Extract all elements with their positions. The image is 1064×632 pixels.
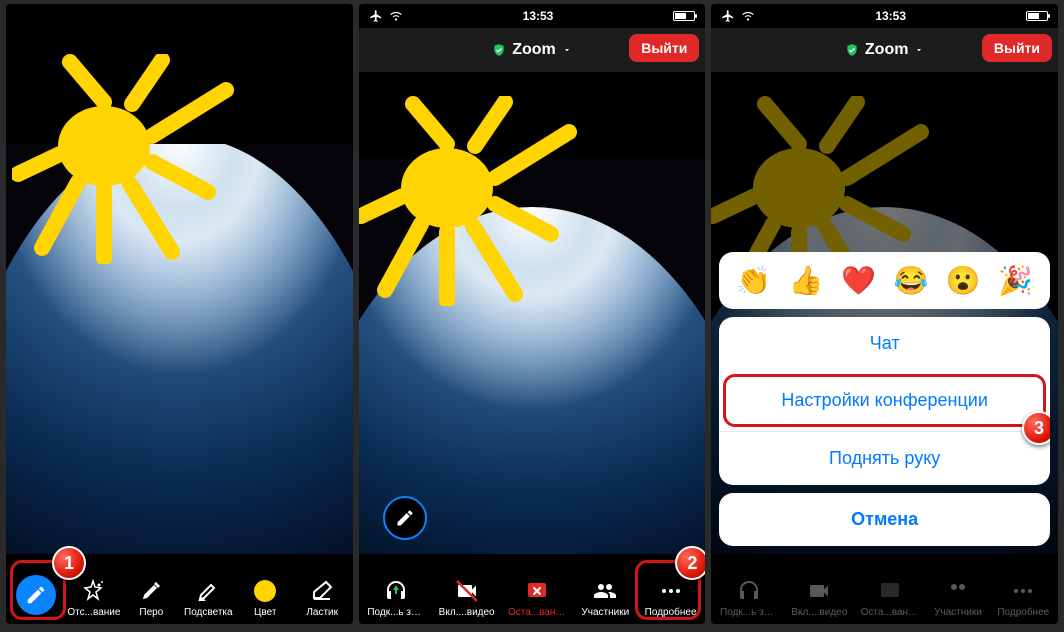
nav-header: Zoom Выйти (711, 28, 1058, 72)
action-sheet: 👏 👍 ❤️ 😂 😮 🎉 Чат Настройки конференции П… (719, 252, 1050, 546)
highlight-tool[interactable]: Подсветка (182, 578, 234, 618)
status-time: 13:53 (523, 9, 554, 23)
reaction-joy[interactable]: 😂 (893, 264, 928, 297)
reaction-heart[interactable]: ❤️ (841, 264, 876, 297)
more-tool[interactable]: Подробнее (645, 578, 697, 618)
wifi-icon (741, 9, 755, 23)
nav-title-text: Zoom (512, 41, 556, 59)
reaction-tada[interactable]: 🎉 (998, 264, 1033, 297)
stop-share-icon (524, 578, 550, 604)
step-2-num: 2 (687, 553, 697, 574)
color-tool[interactable]: Цвет (239, 578, 291, 618)
more-tool: Подробнее (997, 578, 1049, 618)
screen-2: 13:53 Zoom Выйти (359, 4, 706, 624)
eraser-icon (309, 578, 335, 604)
reaction-thumbs-up[interactable]: 👍 (789, 264, 824, 297)
highlight-icon (195, 578, 221, 604)
annotation-sun (359, 96, 585, 306)
pen-tool[interactable]: Перо (125, 578, 177, 618)
video-label: Вкл....видео (439, 607, 495, 618)
content-area: 👏 👍 ❤️ 😂 😮 🎉 Чат Настройки конференции П… (711, 72, 1058, 554)
leave-button[interactable]: Выйти (982, 34, 1052, 62)
nav-header: Zoom Выйти (359, 28, 706, 72)
reactions-row: 👏 👍 ❤️ 😂 😮 🎉 (719, 252, 1050, 309)
status-bar: 13:53 (359, 4, 706, 28)
status-bar: 13:53 (711, 4, 1058, 28)
nav-title[interactable]: Zoom (492, 41, 572, 59)
stop-share-label: Оста...вание (861, 607, 919, 618)
more-label: Подробнее (645, 607, 697, 618)
airplane-icon (369, 9, 383, 23)
spotlight-icon (81, 578, 107, 604)
nav-title[interactable]: Zoom (845, 41, 925, 59)
sheet-chat[interactable]: Чат (719, 317, 1050, 370)
color-label: Цвет (254, 607, 276, 618)
reaction-wow[interactable]: 😮 (946, 264, 981, 297)
content-area (359, 72, 706, 554)
content-area (6, 4, 353, 554)
eraser-tool[interactable]: Ластик (296, 578, 348, 618)
screen-3: 13:53 Zoom Выйти (711, 4, 1058, 624)
pen-icon (138, 578, 164, 604)
step-2-badge: 2 (675, 546, 705, 580)
spotlight-tool[interactable]: Отс...вание (67, 578, 120, 618)
audio-label: Подк...ь звук (367, 607, 425, 618)
color-icon (252, 578, 278, 604)
meeting-toolbar: Подк...ь звук Вкл....видео Оста...вание … (359, 554, 706, 624)
video-label: Вкл....видео (791, 607, 847, 618)
more-label: Подробнее (997, 607, 1049, 618)
pencil-tool[interactable] (10, 575, 62, 618)
stop-share-tool[interactable]: Оста...вание (508, 578, 566, 618)
pencil-button[interactable] (383, 496, 427, 540)
video-tool: Вкл....видео (791, 578, 847, 618)
airplane-icon (721, 9, 735, 23)
audio-tool[interactable]: Подк...ь звук (367, 578, 425, 618)
pen-label: Перо (139, 607, 163, 618)
sheet-cancel[interactable]: Отмена (719, 493, 1050, 546)
leave-button[interactable]: Выйти (629, 34, 699, 62)
annotation-sun (12, 54, 242, 264)
audio-tool: Подк...ь звук (720, 578, 778, 618)
meeting-toolbar-dimmed: Подк...ь звук Вкл....видео Оста...вание … (711, 554, 1058, 624)
eraser-label: Ластик (306, 607, 338, 618)
video-off-icon (454, 578, 480, 604)
chevron-down-icon (562, 45, 572, 55)
sheet-meeting-settings[interactable]: Настройки конференции (723, 374, 1046, 427)
status-time: 13:53 (875, 9, 906, 23)
participants-tool[interactable]: Участники (579, 578, 631, 618)
headphones-icon (383, 578, 409, 604)
wifi-icon (389, 9, 403, 23)
battery-icon (1026, 11, 1048, 21)
step-1-badge: 1 (52, 546, 86, 580)
step-1-num: 1 (64, 553, 74, 574)
audio-label: Подк...ь звук (720, 607, 778, 618)
spotlight-label: Отс...вание (67, 607, 120, 618)
more-icon (658, 578, 684, 604)
reaction-clap[interactable]: 👏 (736, 264, 771, 297)
screen-1: Отс...вание Перо Подсветка Цвет Ластик 1 (6, 4, 353, 624)
participants-icon (592, 578, 618, 604)
participants-tool: Участники (932, 578, 984, 618)
video-tool[interactable]: Вкл....видео (439, 578, 495, 618)
highlight-label: Подсветка (184, 607, 233, 618)
nav-title-text: Zoom (865, 41, 909, 59)
participants-label: Участники (581, 607, 629, 618)
step-3-num: 3 (1034, 418, 1044, 439)
step-3-badge: 3 (1022, 411, 1050, 445)
stop-share-tool: Оста...вание (861, 578, 919, 618)
participants-label: Участники (934, 607, 982, 618)
battery-icon (673, 11, 695, 21)
actions-group: Чат Настройки конференции Поднять руку 3 (719, 317, 1050, 485)
sheet-raise-hand[interactable]: Поднять руку (719, 431, 1050, 485)
chevron-down-icon (914, 45, 924, 55)
stop-share-label: Оста...вание (508, 607, 566, 618)
